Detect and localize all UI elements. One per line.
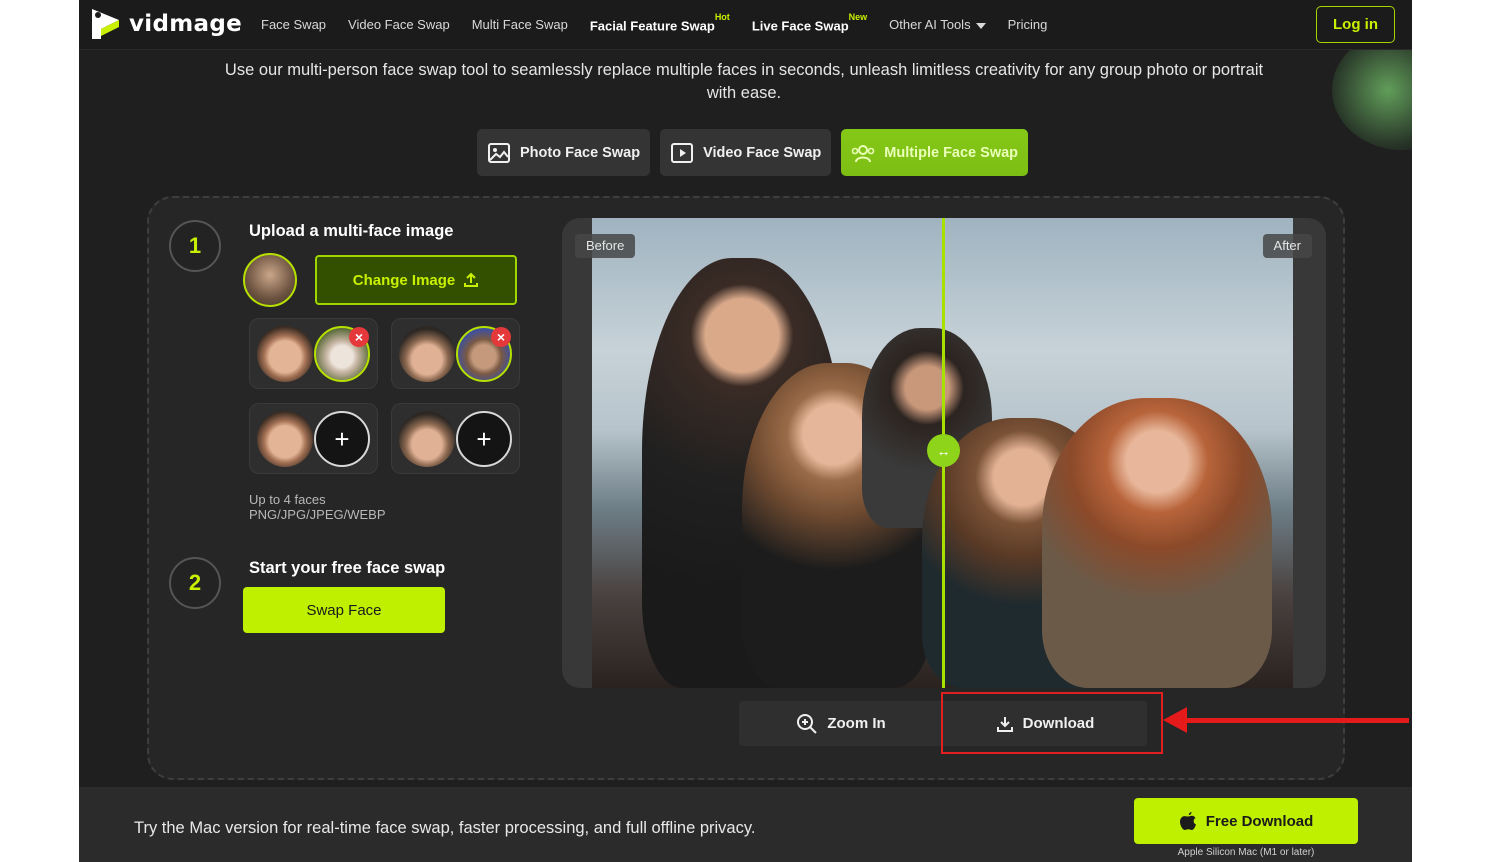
tab-label: Multiple Face Swap: [884, 144, 1019, 161]
play-icon: [671, 142, 694, 163]
caret-down-icon: [975, 22, 986, 29]
before-label: Before: [575, 234, 636, 258]
image-icon: [488, 142, 510, 163]
vidmage-logo-icon: [92, 9, 119, 39]
nav-face-swap[interactable]: Face Swap: [261, 17, 326, 32]
mac-promo-bar: Try the Mac version for real-time face s…: [79, 787, 1412, 862]
nav-facial-feature-swap[interactable]: Facial Feature SwapHot: [589, 12, 730, 34]
nav-label: Video Face Swap: [348, 17, 450, 32]
add-face-3-icon[interactable]: +: [314, 411, 370, 467]
tab-video-face-swap[interactable]: Video Face Swap: [660, 129, 832, 176]
upload-hint: Up to 4 faces PNG/JPG/JPEG/WEBP: [249, 492, 386, 522]
zoom-in-label: Zoom In: [827, 715, 886, 732]
face-pair-1: ×: [249, 318, 378, 389]
users-icon: [851, 144, 875, 162]
source-face-1[interactable]: [257, 326, 313, 382]
nav-label: Face Swap: [261, 17, 327, 32]
hot-badge: Hot: [714, 12, 730, 22]
swap-face-button[interactable]: Swap Face: [243, 587, 445, 633]
nav-label: Other AI Tools: [889, 17, 971, 32]
tab-label: Photo Face Swap: [520, 144, 641, 161]
face-pair-4: +: [391, 403, 520, 474]
nav-label: Pricing: [1007, 17, 1048, 32]
compare-handle-icon[interactable]: ↔: [927, 434, 960, 467]
face-pair-2: ×: [391, 318, 520, 389]
annotation-arrow-line: [1185, 718, 1409, 723]
nav-video-face-swap[interactable]: Video Face Swap: [348, 17, 450, 32]
free-download-button[interactable]: Free Download: [1134, 798, 1358, 844]
nav-label: Multi Face Swap: [471, 17, 568, 32]
source-face-4[interactable]: [399, 411, 455, 467]
main-nav: Face Swap Video Face Swap Multi Face Swa…: [261, 12, 1069, 34]
logo-text: vidmage: [129, 11, 242, 37]
nav-label: Live Face Swap: [751, 18, 849, 34]
group-photo: ↔: [592, 218, 1293, 688]
nav-multi-face-swap[interactable]: Multi Face Swap: [472, 17, 568, 32]
top-navbar: vidmage Face Swap Video Face Swap Multi …: [79, 0, 1412, 50]
nav-other-ai-tools[interactable]: Other AI Tools: [889, 17, 986, 32]
tab-label: Video Face Swap: [703, 144, 822, 161]
face-swap-panel: 1 Upload a multi-face image Change Image…: [147, 196, 1409, 780]
zoom-in-button[interactable]: Zoom In: [739, 701, 943, 746]
zoom-in-icon: [797, 713, 818, 734]
step-1-number: 1: [169, 220, 221, 272]
remove-face-1-icon[interactable]: ×: [349, 327, 369, 347]
tab-multiple-face-swap[interactable]: Multiple Face Swap: [841, 129, 1029, 176]
source-face-2[interactable]: [399, 326, 455, 382]
mode-tabs: Photo Face Swap Video Face Swap Multiple…: [477, 129, 1029, 176]
person-shape: [1042, 398, 1272, 688]
face-pair-3: +: [249, 403, 378, 474]
free-download-label: Free Download: [1205, 812, 1314, 830]
source-face-3[interactable]: [257, 411, 313, 467]
remove-face-2-icon[interactable]: ×: [491, 327, 511, 347]
annotation-arrow-icon: [1163, 707, 1187, 733]
login-button[interactable]: Log in: [1316, 6, 1395, 43]
mac-promo-text: Try the Mac version for real-time face s…: [134, 819, 756, 837]
add-face-4-icon[interactable]: +: [456, 411, 512, 467]
page-subtitle: Use our multi-person face swap tool to s…: [224, 61, 1264, 102]
annotation-highlight-box: [941, 692, 1163, 754]
new-badge: New: [848, 12, 868, 22]
change-image-button[interactable]: Change Image: [315, 255, 517, 305]
nav-pricing[interactable]: Pricing: [1008, 17, 1048, 32]
upload-icon: [464, 272, 479, 287]
before-after-preview: ↔ Before After: [562, 218, 1326, 688]
apple-icon: [1179, 812, 1196, 830]
uploaded-image-thumbnail[interactable]: [243, 253, 297, 307]
change-image-label: Change Image: [352, 271, 456, 289]
app-window: vidmage Face Swap Video Face Swap Multi …: [79, 0, 1412, 862]
mac-requirement-note: Apple Silicon Mac (M1 or later): [1177, 847, 1315, 858]
step-1-title: Upload a multi-face image: [249, 222, 454, 240]
tab-photo-face-swap[interactable]: Photo Face Swap: [477, 129, 651, 176]
nav-label: Facial Feature Swap: [589, 18, 715, 34]
logo[interactable]: vidmage: [89, 6, 242, 42]
nav-live-face-swap[interactable]: Live Face SwapNew: [751, 12, 867, 34]
step-2-title: Start your free face swap: [249, 559, 446, 577]
step-2-number: 2: [169, 557, 221, 609]
after-label: After: [1262, 234, 1312, 258]
